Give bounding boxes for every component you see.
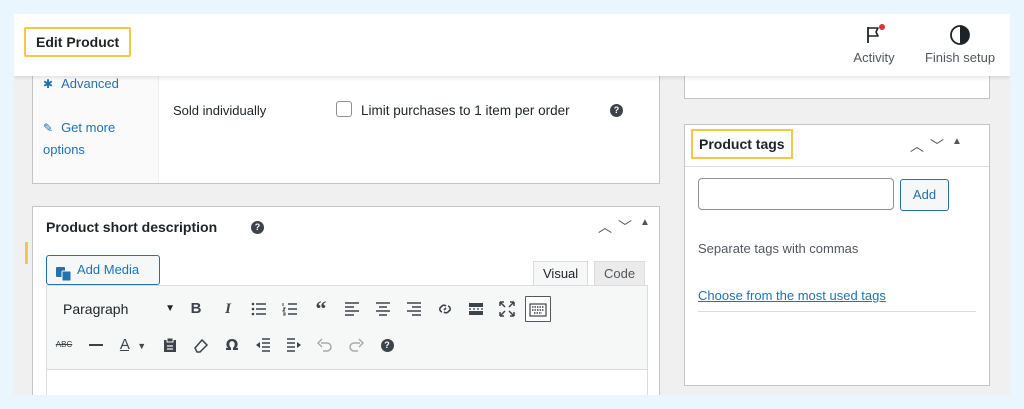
editor-toolbar: Paragraph ▼ B I “ ABC A ▼ Ω ? — [46, 285, 648, 370]
finish-setup-label: Finish setup — [924, 50, 996, 65]
align-right-button[interactable] — [401, 296, 427, 322]
most-used-tags-link[interactable]: Choose from the most used tags — [698, 288, 886, 303]
product-data-tabs: ✱ Advanced ✎ Get more options — [33, 63, 159, 183]
tab-visual[interactable]: Visual — [533, 261, 589, 286]
horizontal-line-button[interactable] — [83, 332, 109, 358]
bullet-list-icon — [251, 302, 266, 316]
move-up-icon[interactable]: ︿ — [907, 136, 927, 156]
horizontal-line-icon — [89, 344, 103, 347]
strikethrough-button[interactable]: ABC — [51, 332, 77, 358]
sold-individually-label: Sold individually — [173, 103, 267, 118]
finish-setup-button[interactable]: Finish setup — [920, 24, 1000, 65]
fullscreen-icon — [499, 301, 515, 317]
blockquote-button[interactable]: “ — [308, 296, 334, 322]
redo-button[interactable] — [343, 332, 369, 358]
notification-dot — [879, 24, 885, 30]
top-bar: Edit Product Activity Finish setup — [14, 14, 1010, 76]
link-icon — [439, 304, 451, 314]
numbered-list-icon — [282, 303, 297, 316]
move-up-icon[interactable]: ︿ — [595, 217, 615, 237]
add-media-button[interactable]: Add Media — [46, 255, 160, 285]
align-center-icon — [376, 302, 390, 316]
keyboard-icon — [529, 303, 547, 317]
activity-label: Activity — [853, 50, 895, 65]
outdent-icon — [256, 338, 270, 352]
undo-icon — [316, 338, 332, 352]
move-down-icon[interactable]: ﹀ — [927, 136, 947, 156]
align-left-icon — [345, 302, 359, 316]
undo-button[interactable] — [312, 332, 338, 358]
product-tags-panel: Product tags ︿ ﹀ ▲ Add Separate tags wit… — [684, 124, 990, 386]
chevron-down-icon: ▼ — [137, 341, 147, 351]
tab-advanced-label: Advanced — [61, 76, 119, 91]
help-icon[interactable]: ? — [610, 104, 623, 117]
divider — [698, 311, 976, 312]
italic-button[interactable]: I — [215, 296, 241, 322]
clear-formatting-button[interactable] — [188, 332, 214, 358]
bullet-list-button[interactable] — [246, 296, 272, 322]
limit-purchases-label[interactable]: Limit purchases to 1 item per order — [361, 103, 570, 118]
numbered-list-button[interactable] — [277, 296, 303, 322]
tab-get-more-options[interactable]: ✎ Get more options — [43, 117, 153, 161]
half-circle-icon — [949, 24, 971, 46]
paste-text-button[interactable] — [157, 332, 183, 358]
tab-get-more-options-label: Get more options — [43, 120, 116, 157]
short-description-editor[interactable] — [46, 369, 648, 395]
product-tags-title: Product tags — [691, 129, 793, 159]
highlight-marker — [25, 242, 28, 264]
short-description-panel: Product short description ? ︿ ﹀ ▲ Add Me… — [32, 206, 660, 395]
align-right-icon — [407, 302, 421, 316]
panel-controls: ︿ ﹀ ▲ — [595, 217, 655, 237]
align-left-button[interactable] — [339, 296, 365, 322]
collapse-toggle-icon[interactable]: ▲ — [635, 217, 655, 237]
toolbar-toggle-button[interactable] — [525, 296, 551, 322]
clipboard-icon — [164, 337, 176, 353]
help-icon: ? — [380, 338, 394, 352]
chevron-down-icon: ▼ — [165, 303, 175, 314]
read-more-icon — [469, 303, 483, 316]
eraser-icon — [194, 338, 209, 353]
indent-icon — [287, 338, 301, 352]
insert-link-button[interactable] — [432, 296, 458, 322]
special-character-button[interactable]: Ω — [219, 332, 245, 358]
short-description-title: Product short description — [46, 219, 218, 235]
redo-icon — [349, 338, 365, 352]
read-more-button[interactable] — [463, 296, 489, 322]
bold-button[interactable]: B — [183, 296, 209, 322]
fullscreen-button[interactable] — [494, 296, 520, 322]
flag-icon — [863, 24, 885, 46]
outdent-button[interactable] — [250, 332, 276, 358]
activity-button[interactable]: Activity — [849, 24, 899, 65]
text-color-button[interactable]: A ▼ — [113, 332, 153, 358]
align-center-button[interactable] — [370, 296, 396, 322]
tag-hint: Separate tags with commas — [698, 241, 859, 256]
tag-input[interactable] — [698, 178, 894, 210]
format-select[interactable]: Paragraph ▼ — [55, 296, 177, 322]
collapse-toggle-icon[interactable]: ▲ — [947, 136, 967, 156]
admin-frame: Edit Product Activity Finish setup ✱ Adv… — [14, 14, 1010, 395]
tab-advanced[interactable]: ✱ Advanced — [43, 73, 119, 95]
page-title: Edit Product — [24, 27, 132, 57]
tab-code[interactable]: Code — [594, 261, 646, 286]
plugin-icon: ✎ — [43, 121, 54, 135]
panel-controls: ︿ ﹀ ▲ — [907, 136, 967, 156]
product-data-panel: ✱ Advanced ✎ Get more options Sold individ… — [32, 62, 660, 184]
format-select-value: Paragraph — [63, 301, 129, 317]
limit-purchases-checkbox[interactable] — [336, 101, 352, 117]
help-icon[interactable]: ? — [251, 221, 264, 234]
add-tag-button[interactable]: Add — [900, 179, 949, 211]
divider — [685, 166, 989, 167]
keyboard-shortcuts-button[interactable]: ? — [374, 332, 400, 358]
text-color-icon: A — [119, 336, 130, 353]
gear-icon: ✱ — [43, 77, 54, 91]
indent-button[interactable] — [281, 332, 307, 358]
move-down-icon[interactable]: ﹀ — [615, 217, 635, 237]
add-media-label: Add Media — [77, 262, 140, 277]
media-icon — [56, 263, 72, 282]
